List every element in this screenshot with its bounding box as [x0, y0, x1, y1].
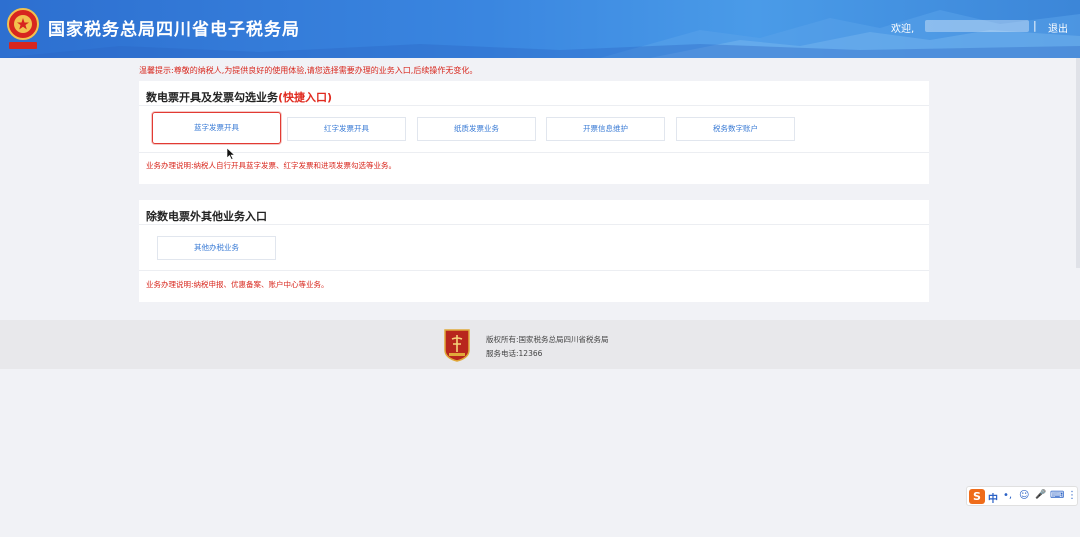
einvoice-description: 业务办理说明:纳税人自行开具蓝字发票、红字发票和进项发票勾选等业务。: [146, 161, 397, 170]
einvoice-title-text: 数电票开具及发票勾选业务: [146, 91, 278, 104]
page-footer: 版权所有:国家税务总局四川省税务局 服务电话:12366: [0, 320, 1080, 369]
einvoice-section: 数电票开具及发票勾选业务(快捷入口) 蓝字发票开具 红字发票开具 纸质发票业务 …: [139, 81, 929, 184]
einvoice-section-title: 数电票开具及发票勾选业务(快捷入口): [146, 89, 332, 105]
ime-toolbar: S 中 •, ☺ 🎤 ⌨ ⋮: [966, 486, 1078, 506]
ime-microphone-icon[interactable]: 🎤: [1035, 490, 1046, 500]
card-divider: [139, 105, 929, 106]
quick-entry-label: (快捷入口): [278, 91, 333, 104]
welcome-label: 欢迎,: [891, 24, 915, 35]
other-section-title: 除数电票外其他业务入口: [146, 210, 267, 223]
site-header: 国家税务总局四川省电子税务局 欢迎, | 退出: [0, 0, 1080, 58]
blue-invoice-issue-button[interactable]: 蓝字发票开具: [152, 112, 281, 144]
red-invoice-issue-button[interactable]: 红字发票开具: [287, 117, 406, 141]
site-title: 国家税务总局四川省电子税务局: [48, 20, 300, 40]
page-scrollbar[interactable]: [1076, 58, 1080, 268]
other-tax-business-button[interactable]: 其他办税业务: [157, 236, 276, 260]
masked-user-name: [925, 20, 1029, 32]
logout-link[interactable]: 退出: [1048, 20, 1068, 35]
card-divider: [139, 152, 929, 153]
invoice-info-maintenance-button[interactable]: 开票信息维护: [546, 117, 665, 141]
other-business-section: 除数电票外其他业务入口 其他办税业务 业务办理说明:纳税申报、优惠备案、账户中心…: [139, 200, 929, 302]
paper-invoice-button[interactable]: 纸质发票业务: [417, 117, 536, 141]
tax-digital-account-button[interactable]: 税务数字账户: [676, 117, 795, 141]
notice-text: 温馨提示:尊敬的纳税人,为提供良好的使用体验,请您选择需要办理的业务入口,后续操…: [139, 66, 478, 75]
sogou-logo-icon[interactable]: S: [969, 489, 985, 504]
tax-bureau-badge-icon: [444, 329, 470, 362]
ime-emoji-icon[interactable]: ☺: [1019, 490, 1029, 501]
ime-mode-toggle[interactable]: 中: [988, 490, 998, 505]
national-emblem-icon: [7, 8, 39, 49]
card-divider: [139, 224, 929, 225]
ime-keyboard-icon[interactable]: ⌨: [1050, 490, 1064, 501]
ime-punctuation-icon[interactable]: •,: [1003, 490, 1012, 501]
card-divider: [139, 270, 929, 271]
service-phone-text: 服务电话:12366: [486, 349, 543, 358]
header-separator: |: [1033, 19, 1037, 32]
ime-menu-icon[interactable]: ⋮: [1067, 490, 1077, 501]
mouse-cursor-icon: [226, 147, 236, 160]
other-description: 业务办理说明:纳税申报、优惠备案、账户中心等业务。: [146, 280, 329, 289]
copyright-text: 版权所有:国家税务总局四川省税务局: [486, 335, 609, 344]
